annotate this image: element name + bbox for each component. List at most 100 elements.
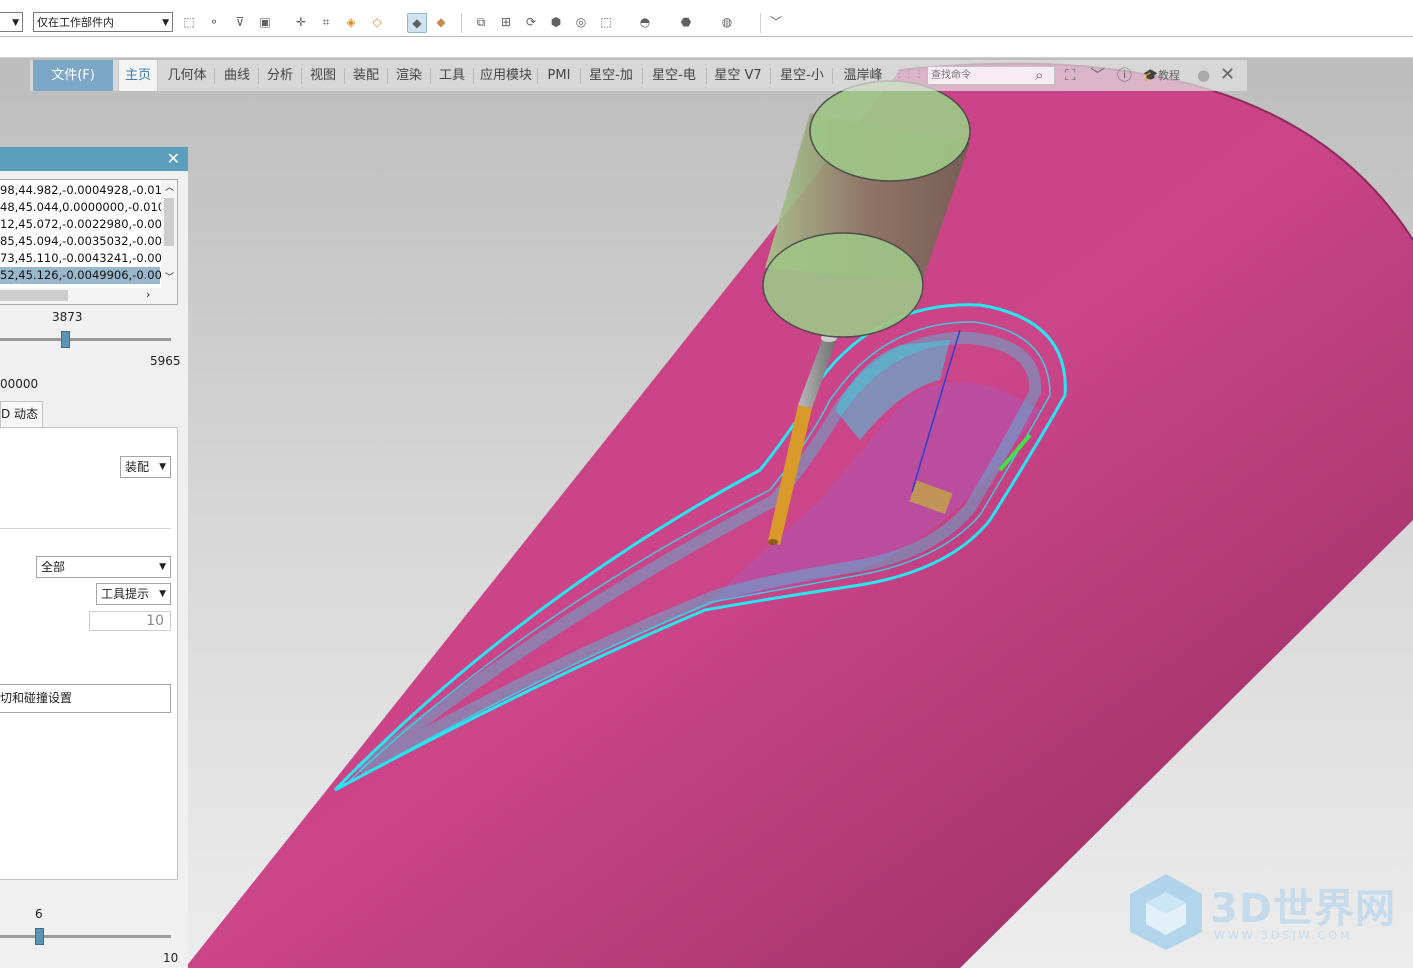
tab-xingkong-xiao[interactable]: 星空-小 [776, 60, 828, 91]
tab-xingkong-dian[interactable]: 星空-电 [648, 60, 700, 91]
chevron-down-icon[interactable]: ﹀ [767, 13, 785, 31]
tab-divider [473, 68, 474, 84]
speed-slider-thumb[interactable] [35, 928, 44, 945]
tab-divider [580, 68, 581, 84]
list-item-selected[interactable]: 52,45.126,-0.0049906,-0.004 [0, 267, 169, 284]
chevron-down-icon: ▼ [159, 589, 166, 599]
list-item[interactable]: 98,44.982,-0.0004928,-0.014 [0, 182, 169, 199]
orient-view-icon[interactable]: ⬢ [547, 13, 565, 31]
toolbar-divider [461, 13, 462, 33]
vertical-scrollbar[interactable]: ︿ ﹀ [161, 180, 177, 288]
list-item[interactable]: 85,45.094,-0.0035032,-0.005 [0, 233, 169, 250]
tab-divider [706, 68, 707, 84]
tab-divider [258, 68, 259, 84]
count-input[interactable]: 10 [89, 611, 171, 631]
grip-icon: ⋮⋮⋮ [894, 69, 924, 80]
tab-divider [214, 68, 215, 84]
tab-view[interactable]: 视图 [306, 60, 340, 91]
playback-slider-thumb[interactable] [61, 331, 70, 348]
chevron-down-icon[interactable]: ﹀ [1090, 66, 1105, 84]
status-strip [0, 37, 1413, 58]
fit-icon[interactable]: ⊞ [497, 13, 515, 31]
collision-settings-button[interactable]: 切和碰撞设置 [0, 684, 171, 713]
point-icon[interactable]: ✛ [292, 13, 310, 31]
speed-slider-track[interactable] [0, 935, 171, 938]
tab-divider [301, 68, 302, 84]
add-component-icon[interactable]: ◇ [368, 13, 386, 31]
display-scope-select[interactable]: 全部 ▼ [36, 556, 171, 578]
tutorial-label: 教程 [1157, 69, 1180, 82]
show-hide-icon[interactable]: ⬚ [180, 13, 198, 31]
list-item[interactable]: 12,45.072,-0.0022980,-0.008 [0, 216, 169, 233]
record-icon[interactable]: ● [1197, 66, 1210, 84]
dialog-titlebar: ✕ [0, 147, 188, 171]
close-icon[interactable]: ✕ [1220, 66, 1235, 84]
list-item[interactable]: 48,45.044,0.0000000,-0.0103 [0, 199, 172, 216]
type-filter-select[interactable]: ▼ [0, 12, 23, 32]
close-icon[interactable]: ✕ [167, 149, 180, 169]
tab-curve[interactable]: 曲线 [220, 60, 254, 91]
inference-icon[interactable]: ⌗ [317, 13, 335, 31]
more-icon[interactable]: ◍ [718, 13, 736, 31]
playback-slider-track[interactable] [0, 338, 171, 341]
rotate-icon[interactable]: ⟳ [522, 13, 540, 31]
render-style-icon[interactable]: ⬚ [597, 13, 615, 31]
tab-xingkong-v7[interactable]: 星空 V7 [712, 60, 764, 91]
layer-icon[interactable]: ⬣ [677, 13, 695, 31]
toolpath-visualize-dialog: ✕ 98,44.982,-0.0004928,-0.014 48,45.044,… [0, 147, 188, 968]
scrollbar-thumb[interactable] [0, 290, 68, 301]
tab-render[interactable]: 渲染 [392, 60, 426, 91]
cube-logo-icon [1130, 874, 1202, 950]
tool-holder-top [809, 80, 971, 182]
tab-dynamic[interactable]: D 动态 [0, 401, 43, 427]
chevron-up-icon[interactable]: ︿ [165, 180, 174, 193]
tab-home[interactable]: 主页 [118, 60, 158, 91]
slider-max-label: 5965 [150, 354, 181, 368]
list-item[interactable]: 73,45.110,-0.0043241,-0.005 [0, 250, 169, 267]
tool-display-value: 工具提示 [101, 587, 150, 601]
assembly-select-value: 装配 [125, 460, 150, 474]
tab-file[interactable]: 文件(F) [33, 60, 113, 91]
slider-value-label: 3873 [52, 310, 83, 324]
tab-divider [832, 68, 833, 84]
tab-assembly[interactable]: 装配 [349, 60, 383, 91]
tab-xingkong-jia[interactable]: 星空-加 [585, 60, 637, 91]
graphics-viewport[interactable] [0, 58, 1413, 968]
tool-display-select[interactable]: 工具提示 ▼ [96, 583, 171, 605]
tab-geometry[interactable]: 几何体 [164, 60, 210, 91]
chevron-right-icon[interactable]: › [146, 288, 150, 301]
chevron-down-icon[interactable]: ﹀ [165, 270, 174, 283]
site-watermark: 3D世界网 WWW.3DSJW.COM [1128, 872, 1398, 952]
tool-holder-bottom [762, 232, 924, 338]
watermark-text: 3D世界网 [1210, 886, 1397, 932]
snap-icon[interactable]: ⚬ [205, 13, 223, 31]
tab-tools[interactable]: 工具 [435, 60, 469, 91]
zoom-window-icon[interactable]: ⧉ [472, 13, 490, 31]
search-icon[interactable]: ⌕ [1035, 66, 1043, 84]
chevron-down-icon: ▼ [12, 18, 19, 28]
toolpath-list[interactable]: 98,44.982,-0.0004928,-0.014 48,45.044,0.… [0, 179, 178, 305]
tab-analysis[interactable]: 分析 [263, 60, 297, 91]
tab-wen-anfeng[interactable]: 温岸峰 [838, 60, 888, 91]
horizontal-scrollbar[interactable]: › [0, 288, 177, 304]
selection-scope-select[interactable]: 仅在工作部件内 ▼ [33, 12, 173, 32]
assembly-select[interactable]: 装配 ▼ [120, 456, 171, 478]
chevron-down-icon: ▼ [159, 562, 166, 572]
watermark-url: WWW.3DSJW.COM [1214, 929, 1353, 942]
fullscreen-icon[interactable]: ⛶ [1065, 66, 1076, 84]
tab-pmi[interactable]: PMI [542, 60, 576, 91]
view-fit-icon[interactable]: ◎ [572, 13, 590, 31]
tool-tip [768, 539, 778, 545]
filter-icon[interactable]: ⊽ [231, 13, 249, 31]
select-body-icon[interactable]: ▣ [256, 13, 274, 31]
section-view-icon[interactable]: ◓ [636, 13, 654, 31]
scrollbar-thumb[interactable] [164, 198, 174, 246]
cube-orange-icon[interactable]: ◈ [342, 13, 360, 31]
help-icon[interactable]: ⓘ [1117, 66, 1132, 84]
tutorial-link[interactable]: 🎓教程 [1143, 66, 1180, 85]
tab-divider [537, 68, 538, 84]
tab-applications[interactable]: 应用模块 [478, 60, 534, 91]
speed-value-label: 6 [35, 907, 43, 921]
shaded-view-icon[interactable]: ◆ [407, 13, 427, 33]
wireframe-view-icon[interactable]: ◆ [432, 13, 450, 31]
